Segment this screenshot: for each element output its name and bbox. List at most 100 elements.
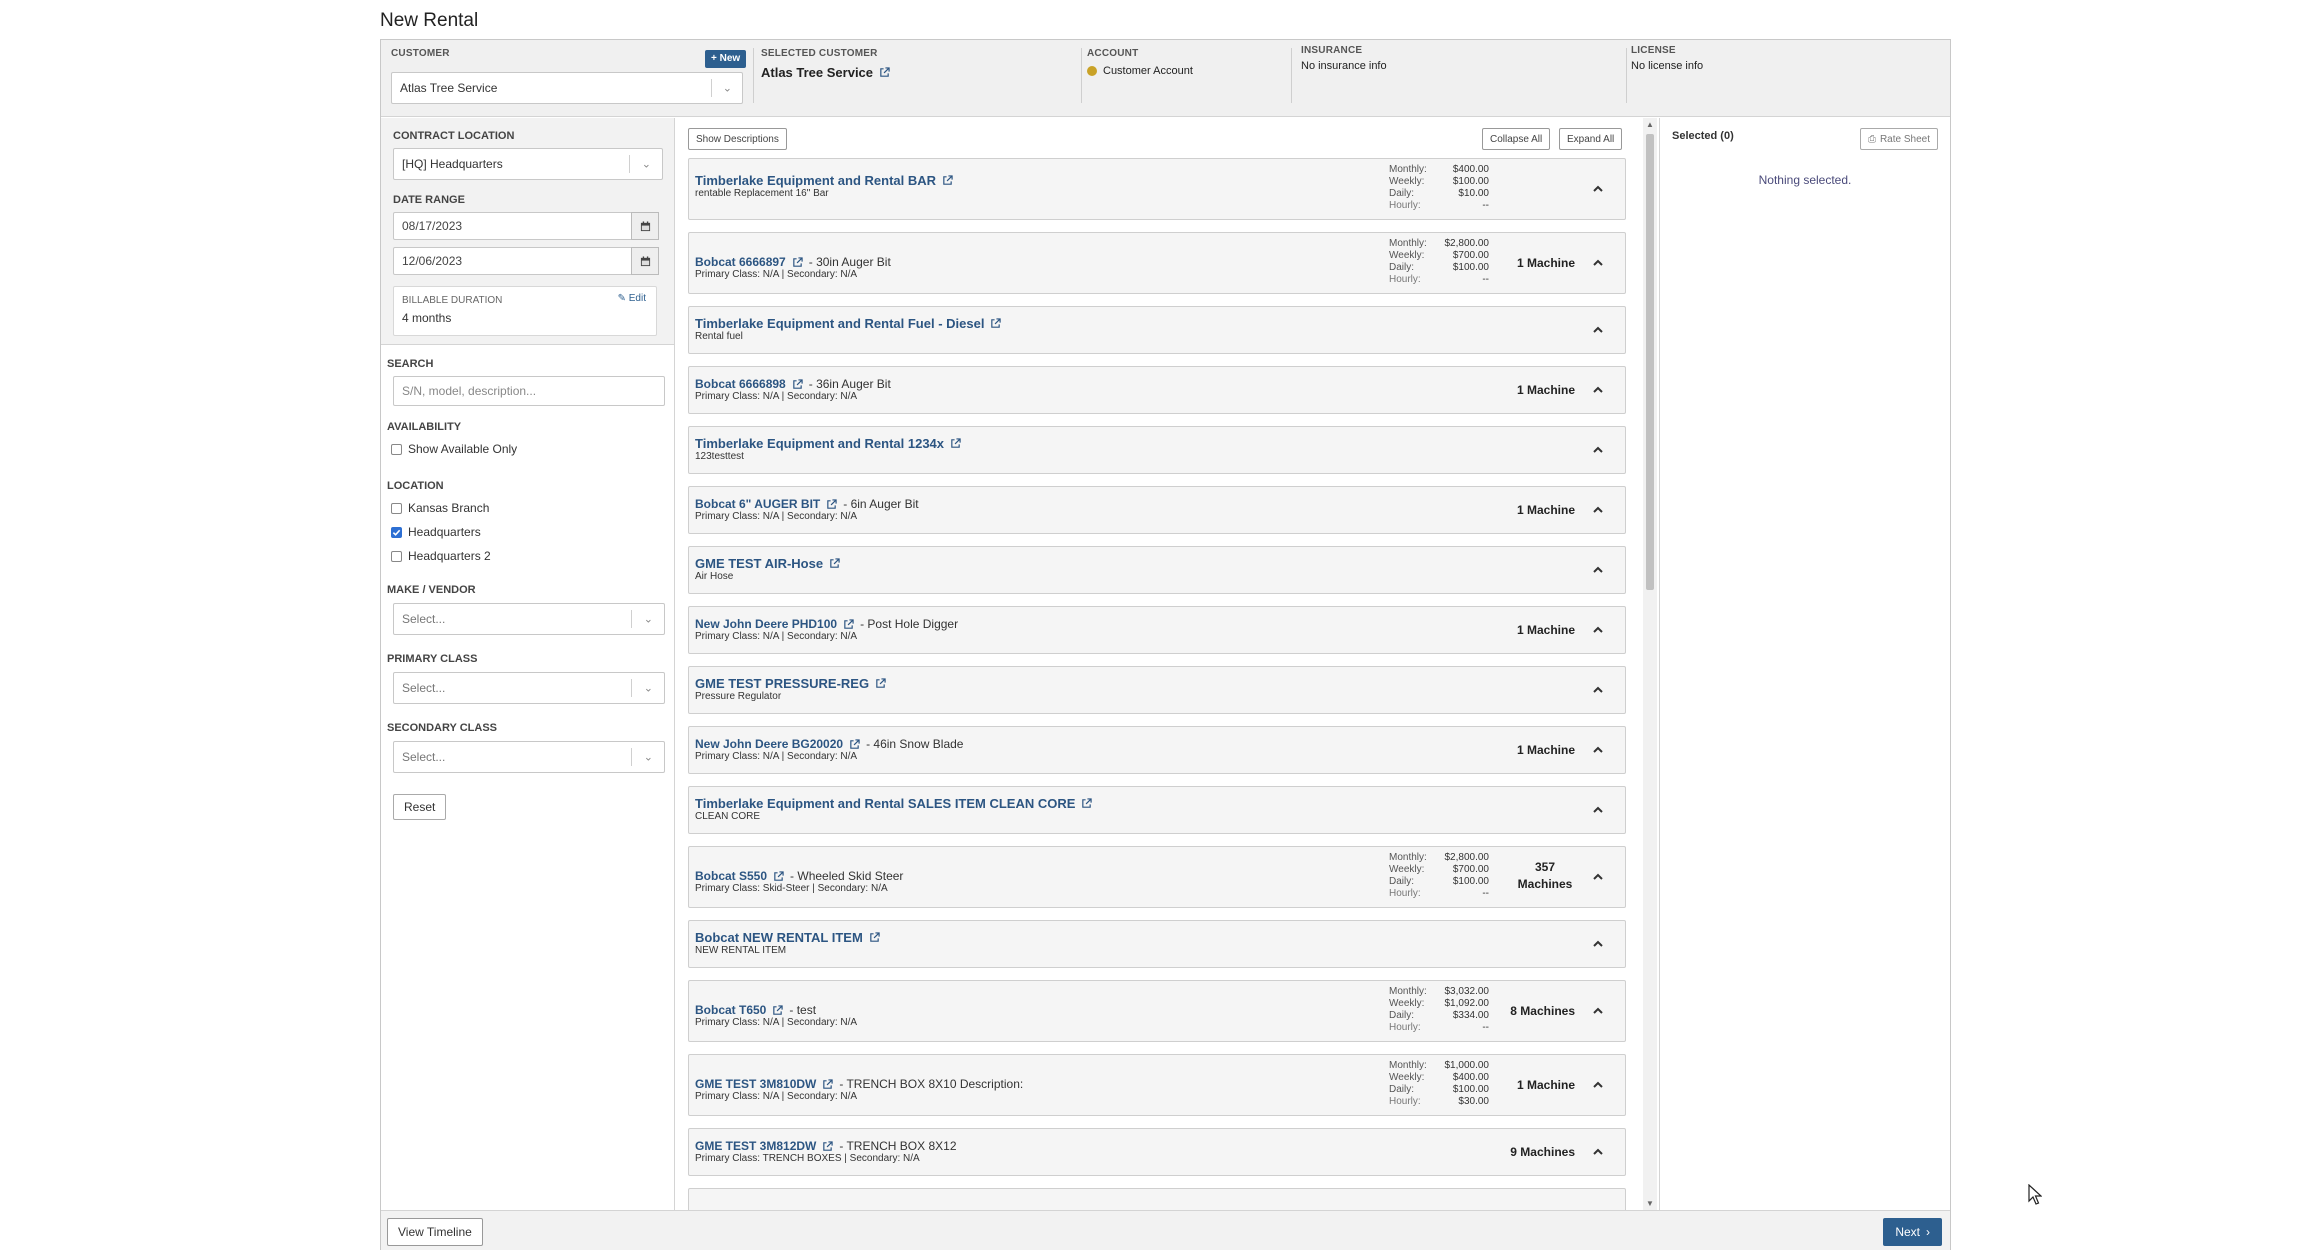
chevron-up-icon[interactable] xyxy=(1591,443,1605,457)
external-link-icon[interactable] xyxy=(826,498,837,510)
equipment-link[interactable]: Bobcat 6666897 xyxy=(695,255,786,269)
checkbox[interactable] xyxy=(391,443,402,455)
start-date-input[interactable]: 08/17/2023 xyxy=(393,212,659,240)
contract-location-select[interactable]: [HQ] Headquarters ⌄ xyxy=(393,148,663,180)
chevron-up-icon[interactable] xyxy=(1591,623,1605,637)
equipment-item[interactable]: GME TEST 3M812DW - TRENCH BOX 8X12 Primary… xyxy=(688,1128,1626,1176)
equipment-link[interactable]: GME TEST 3M810DW xyxy=(695,1077,816,1091)
chevron-up-icon[interactable] xyxy=(1591,503,1605,517)
calendar-icon[interactable] xyxy=(631,247,659,275)
chevron-up-icon[interactable] xyxy=(1591,563,1605,577)
rate-value: $400.00 xyxy=(1452,1072,1489,1083)
checkbox[interactable] xyxy=(391,502,402,514)
external-link-icon[interactable] xyxy=(822,1140,834,1152)
equipment-link[interactable]: Bobcat 6" AUGER BIT xyxy=(695,497,820,511)
equipment-link[interactable]: GME TEST AIR-Hose xyxy=(695,556,823,571)
selected-customer-section: SELECTED CUSTOMER Atlas Tree Service xyxy=(761,48,890,80)
equipment-link[interactable]: Timberlake Equipment and Rental Fuel - D… xyxy=(695,316,984,331)
scroll-thumb[interactable] xyxy=(1646,134,1654,590)
location-option[interactable]: Headquarters xyxy=(391,525,481,539)
external-link-icon[interactable] xyxy=(829,558,840,569)
external-link-icon[interactable] xyxy=(990,318,1002,329)
scroll-down-icon[interactable]: ▼ xyxy=(1646,1199,1654,1208)
expand-all-button[interactable]: Expand All xyxy=(1559,128,1623,150)
chevron-up-icon[interactable] xyxy=(1591,1145,1605,1159)
search-input[interactable] xyxy=(393,376,665,406)
external-link-icon[interactable] xyxy=(1081,798,1093,809)
equipment-item[interactable]: New John Deere PHD100 - Post Hole Digger P… xyxy=(688,606,1626,654)
external-link-icon[interactable] xyxy=(950,438,961,449)
chevron-up-icon[interactable] xyxy=(1591,1078,1605,1092)
collapse-all-button[interactable]: Collapse All xyxy=(1482,128,1551,150)
equipment-link[interactable]: Bobcat NEW RENTAL ITEM xyxy=(695,930,863,945)
equipment-item[interactable]: Bobcat NEW RENTAL ITEM NEW RENTAL ITEM xyxy=(688,920,1626,968)
customer-select[interactable]: Atlas Tree Service ⌄ xyxy=(391,72,743,104)
equipment-item[interactable]: New John Deere BG20020 - 46in Snow Blade P… xyxy=(688,726,1626,774)
equipment-item[interactable]: Timberlake Equipment and Rental Fuel - D… xyxy=(688,306,1626,354)
equipment-link[interactable]: Timberlake Equipment and Rental 1234x xyxy=(695,436,944,451)
chevron-up-icon[interactable] xyxy=(1591,1004,1605,1018)
selected-customer-name[interactable]: Atlas Tree Service xyxy=(761,65,873,80)
equipment-link[interactable]: GME TEST PRESSURE-REG xyxy=(695,676,869,691)
equipment-link[interactable]: Bobcat S550 xyxy=(695,869,767,883)
external-link-icon[interactable] xyxy=(869,932,880,943)
equipment-link[interactable]: New John Deere PHD100 xyxy=(695,617,837,631)
view-timeline-button[interactable]: View Timeline xyxy=(387,1218,483,1246)
external-link-icon[interactable] xyxy=(792,378,803,390)
location-option[interactable]: Kansas Branch xyxy=(391,501,489,515)
new-customer-button[interactable]: + New xyxy=(705,50,747,68)
external-link-icon[interactable] xyxy=(773,870,784,882)
equipment-link[interactable]: New John Deere BG20020 xyxy=(695,737,843,751)
calendar-icon[interactable] xyxy=(631,212,659,240)
chevron-up-icon[interactable] xyxy=(1591,743,1605,757)
equipment-item[interactable]: Timberlake Equipment and Rental BAR renta… xyxy=(688,158,1626,220)
external-link-icon[interactable] xyxy=(843,618,854,630)
equipment-item[interactable]: Timberlake Equipment and Rental 1234x 123… xyxy=(688,426,1626,474)
edit-duration-button[interactable]: ✎ Edit xyxy=(618,293,646,304)
equipment-item[interactable]: Bobcat S550 - Wheeled Skid Steer Primary C… xyxy=(688,846,1626,908)
equipment-link[interactable]: Bobcat T650 xyxy=(695,1003,766,1017)
chevron-up-icon[interactable] xyxy=(1591,683,1605,697)
chevron-up-icon[interactable] xyxy=(1591,323,1605,337)
show-available-only-checkbox[interactable]: Show Available Only xyxy=(391,442,517,456)
next-button[interactable]: Next › xyxy=(1883,1218,1942,1246)
chevron-up-icon[interactable] xyxy=(1591,870,1605,884)
external-link-icon[interactable] xyxy=(772,1004,784,1016)
external-link-icon[interactable] xyxy=(879,67,890,78)
equipment-item[interactable]: GME TEST 3M810DW - TRENCH BOX 8X10 Descri… xyxy=(688,1054,1626,1116)
equipment-link[interactable]: Timberlake Equipment and Rental BAR xyxy=(695,173,936,188)
rate-sheet-button[interactable]: ⎙ Rate Sheet xyxy=(1859,128,1938,150)
equipment-item[interactable]: Bobcat 6666897 - 30in Auger Bit Primary Cl… xyxy=(688,232,1626,294)
equipment-item[interactable]: GME TEST AIR-Hose Air Hose xyxy=(688,546,1626,594)
external-link-icon[interactable] xyxy=(822,1078,834,1090)
equipment-item[interactable]: Bobcat 6" AUGER BIT - 6in Auger Bit Primar… xyxy=(688,486,1626,534)
chevron-up-icon[interactable] xyxy=(1591,182,1605,196)
end-date-input[interactable]: 12/06/2023 xyxy=(393,247,659,275)
equipment-item[interactable] xyxy=(688,1188,1626,1210)
primary-class-select[interactable]: Select... ⌄ xyxy=(393,672,665,704)
checkbox[interactable] xyxy=(391,526,402,538)
chevron-up-icon[interactable] xyxy=(1591,803,1605,817)
reset-button[interactable]: Reset xyxy=(393,794,447,820)
equipment-item[interactable]: Timberlake Equipment and Rental SALES IT… xyxy=(688,786,1626,834)
equipment-item[interactable]: GME TEST PRESSURE-REG Pressure Regulator xyxy=(688,666,1626,714)
external-link-icon[interactable] xyxy=(849,738,860,750)
secondary-class-select[interactable]: Select... ⌄ xyxy=(393,741,665,773)
location-option[interactable]: Headquarters 2 xyxy=(391,549,491,563)
equipment-item[interactable]: Bobcat 6666898 - 36in Auger Bit Primary Cl… xyxy=(688,366,1626,414)
chevron-up-icon[interactable] xyxy=(1591,256,1605,270)
external-link-icon[interactable] xyxy=(942,175,953,186)
make-vendor-select[interactable]: Select... ⌄ xyxy=(393,603,665,635)
list-scrollbar[interactable]: ▲ ▼ xyxy=(1643,118,1657,1210)
external-link-icon[interactable] xyxy=(875,678,886,689)
equipment-link[interactable]: GME TEST 3M812DW xyxy=(695,1139,816,1153)
chevron-up-icon[interactable] xyxy=(1591,937,1605,951)
checkbox[interactable] xyxy=(391,550,402,562)
chevron-up-icon[interactable] xyxy=(1591,383,1605,397)
equipment-item[interactable]: Bobcat T650 - test Primary Class: N/A | Se… xyxy=(688,980,1626,1042)
external-link-icon[interactable] xyxy=(792,256,803,268)
show-descriptions-button[interactable]: Show Descriptions xyxy=(688,128,787,150)
equipment-link[interactable]: Timberlake Equipment and Rental SALES IT… xyxy=(695,796,1075,811)
equipment-link[interactable]: Bobcat 6666898 xyxy=(695,377,786,391)
scroll-up-icon[interactable]: ▲ xyxy=(1646,120,1654,129)
